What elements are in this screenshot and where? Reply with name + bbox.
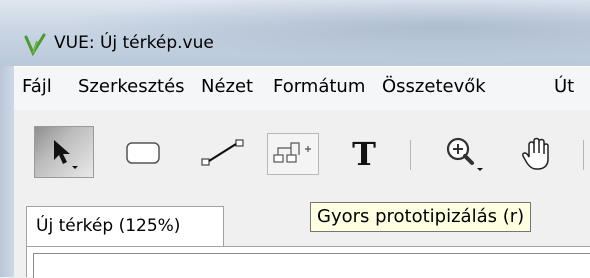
pan-tool-button[interactable] — [515, 134, 559, 174]
window-border — [0, 66, 14, 277]
toolbar-separator — [410, 140, 411, 170]
svg-text:T: T — [352, 135, 376, 172]
vue-logo-icon — [24, 33, 46, 57]
node-tool-button[interactable] — [120, 136, 166, 170]
rapid-prototype-icon — [273, 142, 311, 163]
text-tool-button[interactable]: T — [342, 133, 386, 173]
rectangle-node-icon — [126, 142, 160, 164]
tooltip: Gyors prototipizálás (r) — [310, 202, 532, 232]
menu-tools-cut[interactable]: Út — [554, 76, 574, 97]
toolbar-separator — [583, 140, 584, 170]
selection-arrow-icon — [54, 140, 78, 169]
window-title: VUE: Új térkép.vue — [54, 33, 214, 53]
pan-hand-icon — [522, 137, 549, 170]
link-tool-button[interactable] — [197, 134, 249, 172]
text-tool-icon: T — [352, 135, 376, 172]
zoom-icon — [446, 137, 483, 171]
link-connector-icon — [201, 139, 244, 166]
menu-file[interactable]: Fájl — [22, 76, 52, 97]
app-window: VUE: Új térkép.vue Fájl Szerkesztés Néze… — [0, 0, 590, 278]
menu-content[interactable]: Összetevők — [382, 76, 486, 97]
rapid-prototype-button[interactable] — [267, 133, 319, 175]
map-canvas[interactable] — [33, 253, 590, 278]
zoom-tool-button[interactable] — [440, 133, 490, 177]
tab-label: Új térkép (125%) — [36, 216, 181, 236]
menu-format[interactable]: Formátum — [273, 76, 365, 97]
menu-edit[interactable]: Szerkesztés — [78, 76, 185, 97]
selection-tool-button[interactable] — [34, 126, 94, 178]
menu-view[interactable]: Nézet — [201, 76, 253, 97]
